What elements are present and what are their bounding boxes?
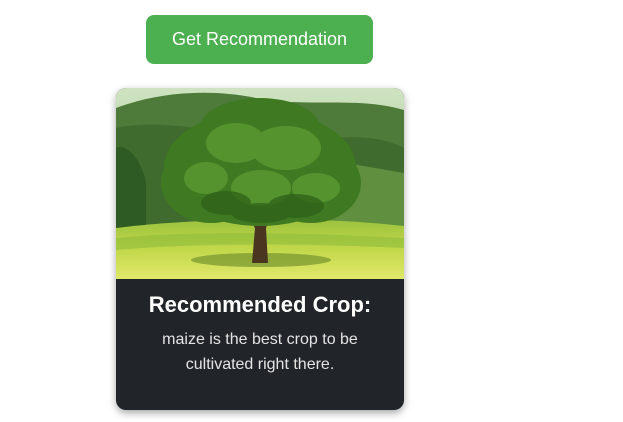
recommendation-message: maize is the best crop to be cultivated … (162, 331, 358, 373)
card-body: Recommended Crop: maize is the best crop… (116, 279, 404, 410)
card-title: Recommended Crop: (148, 292, 372, 317)
recommendation-card: Recommended Crop: maize is the best crop… (116, 88, 404, 410)
tree-landscape-image (116, 88, 404, 279)
get-recommendation-button[interactable]: Get Recommendation (146, 15, 373, 64)
